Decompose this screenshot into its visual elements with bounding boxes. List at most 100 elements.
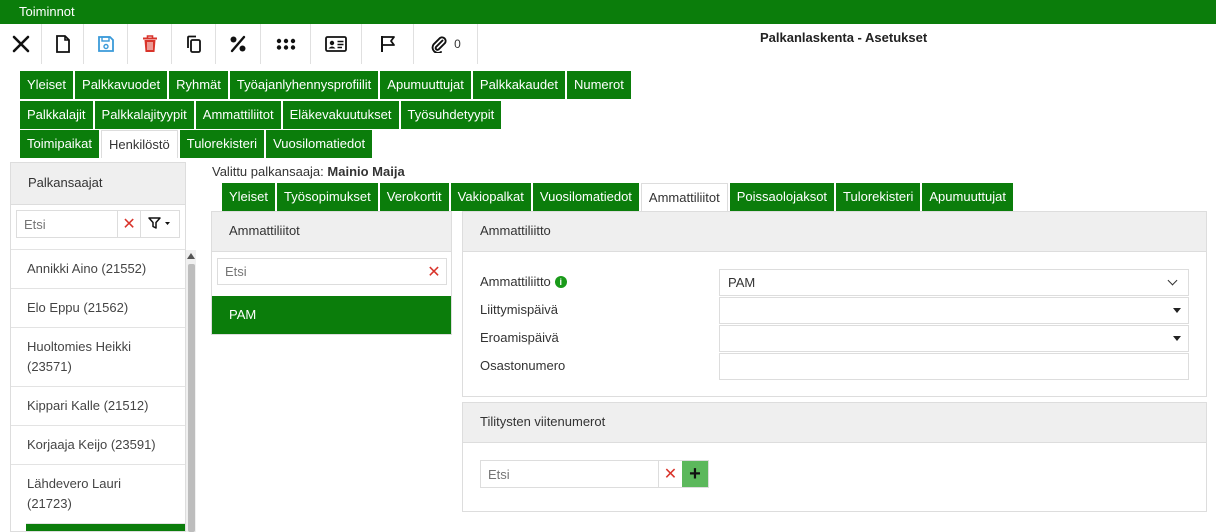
tab-employee-tulorekisteri[interactable]: Tulorekisteri (836, 183, 921, 211)
percent-button[interactable] (216, 24, 261, 64)
tab-employee-apumuuttujat[interactable]: Apumuuttujat (922, 183, 1013, 211)
list-item[interactable]: Korjaaja Keijo (23591) (11, 425, 185, 464)
close-icon (12, 35, 30, 53)
leave-date-dropdown-button[interactable] (1166, 326, 1188, 351)
tab-palkkavuodet[interactable]: Palkkavuodet (75, 71, 168, 99)
reference-numbers-title: Tilitysten viitenumerot (463, 403, 1206, 443)
new-document-button[interactable] (42, 24, 84, 64)
tab-apumuuttujat[interactable]: Apumuuttujat (380, 71, 471, 99)
unions-panel-title: Ammattiliitot (212, 212, 451, 252)
union-field-label: Ammattiliitto i (480, 274, 567, 289)
tab-palkkalajit[interactable]: Palkkalajit (20, 101, 93, 129)
tab-employee-ammattiliitot[interactable]: Ammattiliitot (640, 183, 728, 211)
tab-henkilosto[interactable]: Henkilöstö (101, 130, 178, 158)
caret-down-icon (1173, 336, 1181, 341)
clear-icon: ✕ (122, 216, 136, 233)
tab-employee-vuosilomatiedot[interactable]: Vuosilomatiedot (532, 183, 639, 211)
leave-date-field[interactable] (719, 325, 1189, 352)
main-tabs-row-3: Toimipaikat Henkilöstö Tulorekisteri Vuo… (20, 130, 374, 158)
tab-ryhmat[interactable]: Ryhmät (169, 71, 228, 99)
tab-numerot[interactable]: Numerot (566, 71, 631, 99)
scroll-up-arrow-icon[interactable] (187, 253, 195, 259)
actions-menu-label[interactable]: Toiminnot (19, 4, 75, 19)
copy-button[interactable] (172, 24, 216, 64)
list-item-selected[interactable] (26, 523, 185, 531)
reference-search-input[interactable] (481, 461, 658, 487)
grid-view-button[interactable] (261, 24, 311, 64)
union-detail-panel: Ammattiliitto Ammattiliitto i PAM Liittym… (462, 211, 1207, 397)
tab-employee-poissaolojaksot[interactable]: Poissaolojaksot (729, 183, 835, 211)
chevron-down-icon (1167, 275, 1178, 286)
unions-search: ✕ (217, 258, 447, 285)
tab-employee-vakiopalkat[interactable]: Vakiopalkat (450, 183, 531, 211)
scrollbar-thumb[interactable] (188, 264, 195, 532)
caret-down-icon (1173, 308, 1181, 313)
id-card-button[interactable] (311, 24, 362, 64)
union-label-text: Ammattiliitto (480, 274, 551, 289)
join-date-dropdown-button[interactable] (1166, 298, 1188, 323)
union-select[interactable]: PAM (719, 269, 1189, 296)
close-button[interactable] (0, 24, 42, 64)
save-button[interactable] (84, 24, 128, 64)
tab-tyoajanlyhennysprofiilit[interactable]: Työajanlyhennysprofiilit (229, 71, 379, 99)
delete-button[interactable] (128, 24, 172, 64)
page-title: Palkanlaskenta - Asetukset (760, 30, 928, 45)
save-icon (97, 35, 115, 53)
tab-tyosuhdetyypit[interactable]: Työsuhdetyypit (400, 101, 502, 129)
list-item[interactable]: Annikki Aino (21552) (11, 249, 185, 288)
union-list-item-selected[interactable]: PAM (212, 296, 451, 334)
list-item[interactable]: Kippari Kalle (21512) (11, 386, 185, 425)
tab-palkkakaudet[interactable]: Palkkakaudet (472, 71, 565, 99)
attachment-icon (430, 35, 448, 53)
clear-icon: ✕ (427, 263, 441, 281)
tab-palkkalajityypit[interactable]: Palkkalajityypit (94, 101, 194, 129)
tab-employee-yleiset[interactable]: Yleiset (222, 183, 276, 211)
leave-date-label: Eroamispäivä (480, 330, 559, 345)
list-item[interactable]: Elo Eppu (21562) (11, 288, 185, 327)
unions-search-clear-button[interactable]: ✕ (422, 259, 446, 284)
main-tabs-row-1: Yleiset Palkkavuodet Ryhmät Työajanlyhen… (20, 71, 633, 99)
tab-ammattiliitot[interactable]: Ammattiliitot (195, 101, 281, 129)
employees-panel: Palkansaajat ✕ Annikki Aino (21552) Elo … (10, 162, 186, 532)
main-tabs-row-2: Palkkalajit Palkkalajityypit Ammattiliit… (20, 101, 503, 129)
employee-tabs: Yleiset Työsopimukset Verokortit Vakiopa… (222, 183, 1015, 211)
tab-elakevakuutukset[interactable]: Eläkevakuutukset (282, 101, 399, 129)
filter-icon (148, 216, 172, 232)
attachment-count: 0 (454, 37, 461, 51)
employees-list: Annikki Aino (21552) Elo Eppu (21562) Hu… (11, 249, 185, 531)
flag-button[interactable] (362, 24, 414, 64)
grid-dots-icon (276, 38, 296, 50)
join-date-label: Liittymispäivä (480, 302, 559, 317)
unions-search-input[interactable] (218, 259, 422, 284)
new-document-icon (55, 35, 71, 53)
employees-scrollbar[interactable] (186, 250, 196, 532)
tab-employee-verokortit[interactable]: Verokortit (379, 183, 449, 211)
union-detail-title: Ammattiliitto (463, 212, 1206, 252)
tab-toimipaikat[interactable]: Toimipaikat (20, 130, 100, 158)
employees-panel-title: Palkansaajat (11, 163, 185, 205)
reference-search-clear-button[interactable]: ✕ (658, 461, 682, 487)
add-reference-button[interactable]: + (682, 461, 708, 487)
actions-menu-bar[interactable]: Toiminnot (0, 0, 1216, 24)
employees-search-clear-button[interactable]: ✕ (117, 211, 140, 237)
id-card-icon (325, 36, 347, 52)
tab-yleiset[interactable]: Yleiset (20, 71, 74, 99)
delete-icon (142, 35, 158, 53)
clear-icon: ✕ (663, 466, 678, 483)
flag-icon (379, 35, 397, 53)
list-item[interactable]: Lähdevero Lauri (21723) (11, 464, 185, 523)
list-item[interactable]: Huoltomies Heikki (23571) (11, 327, 185, 386)
employees-filter-button[interactable] (140, 211, 179, 237)
toolbar: 0 Palkanlaskenta - Asetukset (0, 24, 1216, 64)
info-icon[interactable]: i (554, 276, 567, 288)
department-number-field[interactable] (719, 353, 1189, 380)
employees-search-input[interactable] (17, 211, 117, 237)
join-date-field[interactable] (719, 297, 1189, 324)
department-number-label: Osastonumero (480, 358, 566, 373)
percent-icon (229, 35, 247, 53)
unions-panel: Ammattiliitot ✕ PAM (211, 211, 452, 335)
attachments-button[interactable]: 0 (414, 24, 478, 64)
tab-vuosilomatiedot[interactable]: Vuosilomatiedot (266, 130, 373, 158)
tab-tulorekisteri[interactable]: Tulorekisteri (179, 130, 265, 158)
tab-employee-tyosopimukset[interactable]: Työsopimukset (277, 183, 378, 211)
